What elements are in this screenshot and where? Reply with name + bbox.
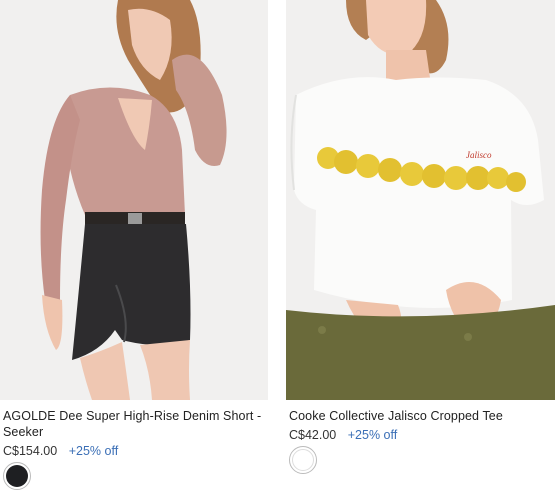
product-card[interactable]: AGOLDE Dee Super High-Rise Denim Short -… <box>0 0 268 490</box>
product-image[interactable]: Jalisco <box>286 0 555 400</box>
discount-label: +25% off <box>68 444 119 458</box>
price-row: C$42.00 +25% off <box>289 427 555 443</box>
product-title[interactable]: AGOLDE Dee Super High-Rise Denim Short -… <box>3 408 268 440</box>
price-row: C$154.00 +25% off <box>3 443 268 459</box>
product-image[interactable] <box>0 0 268 400</box>
product-price: C$154.00 <box>3 444 58 458</box>
discount-label: +25% off <box>347 428 398 442</box>
product-card[interactable]: Jalisco Cooke Collective Jalisco Cropped… <box>286 0 555 474</box>
product-price: C$42.00 <box>289 428 337 442</box>
product-title[interactable]: Cooke Collective Jalisco Cropped Tee <box>289 408 555 424</box>
swatch-color-fill <box>292 449 314 471</box>
color-swatch[interactable] <box>289 446 317 474</box>
svg-text:Jalisco: Jalisco <box>466 150 492 160</box>
swatch-color-fill <box>6 465 28 487</box>
color-swatch[interactable] <box>3 462 31 490</box>
